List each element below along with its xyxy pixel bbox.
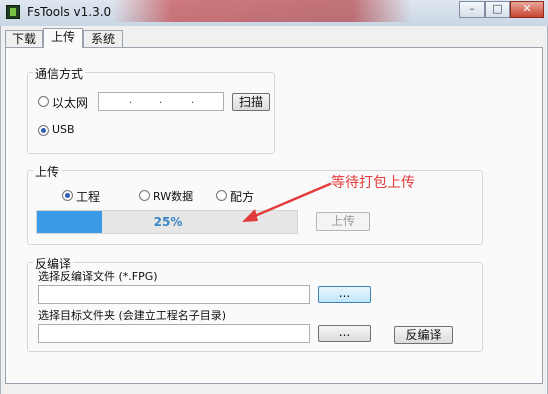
window-title: FsTools v1.3.0 [27,5,112,19]
ip-dot: . [191,95,195,106]
ethernet-label: 以太网 [52,96,89,110]
ethernet-radio[interactable] [38,96,49,107]
ip-dot: . [129,95,133,106]
project-radio[interactable] [62,190,73,201]
tab-upload[interactable]: 上传 [43,28,83,48]
browse-file-button[interactable]: ... [318,286,371,303]
project-label: 工程 [76,190,101,204]
comm-group-label: 通信方式 [33,65,86,82]
decompile-button[interactable]: 反编译 [394,326,453,344]
tab-download[interactable]: 下载 [5,30,43,47]
annotation-arrow-icon [242,182,332,222]
browse-folder-button[interactable]: ... [318,325,371,342]
annotation-text: 等待打包上传 [331,175,415,191]
ip-address-input[interactable]: . . . [98,92,224,111]
ip-dot: . [159,95,163,106]
scan-button[interactable]: 扫描 [232,93,270,111]
rw-data-radio[interactable] [139,190,150,201]
recipe-radio[interactable] [216,190,227,201]
target-folder-label: 选择目标文件夹 (会建立工程名子目录) [38,309,227,322]
usb-radio[interactable] [38,125,49,136]
target-folder-input[interactable] [38,324,310,343]
tab-system[interactable]: 系统 [83,30,123,47]
maximize-button[interactable]: □ [485,1,510,18]
decompile-file-label: 选择反编译文件 (*.FPG) [38,270,158,283]
decompile-file-input[interactable] [38,285,310,304]
comm-group [27,72,275,154]
minimize-button[interactable]: – [459,1,485,18]
title-bar-overlay [112,0,412,22]
app-icon [6,5,20,19]
usb-label: USB [52,123,75,136]
upload-group-label: 上传 [33,163,62,180]
rw-data-label: RW数据 [153,190,194,203]
close-button[interactable]: ✕ [510,1,544,18]
